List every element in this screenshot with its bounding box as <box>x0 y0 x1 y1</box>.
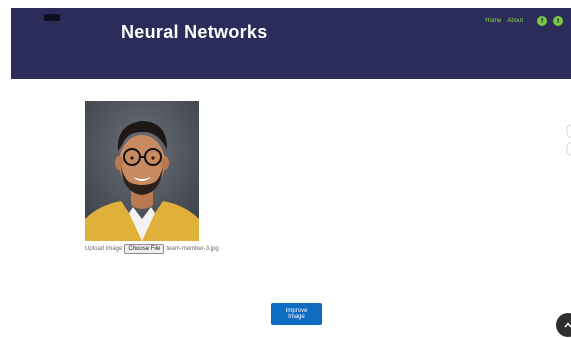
uploaded-image-preview <box>85 101 199 241</box>
edge-decoration <box>566 124 571 138</box>
portrait-photo <box>85 101 199 241</box>
upload-row: Upload Image Choose File team-member-3.j… <box>85 242 219 255</box>
nav-about-link[interactable]: About <box>507 18 523 24</box>
improve-image-button[interactable]: Improve Image <box>271 303 322 325</box>
choose-file-button[interactable]: Choose File <box>124 243 165 254</box>
hero-title: Neural Networks <box>121 22 268 42</box>
twitter-icon[interactable]: t <box>553 16 563 26</box>
top-strip <box>0 0 571 8</box>
nav-home-link[interactable]: Home <box>485 18 501 24</box>
chevron-up-icon <box>564 322 571 328</box>
facebook-icon[interactable]: f <box>537 16 547 26</box>
site-logo[interactable] <box>44 14 60 21</box>
site-header: Neural Networks Home About f t <box>11 8 571 79</box>
selected-file-name: team-member-3.jpg <box>166 245 219 252</box>
scroll-to-top-button[interactable] <box>556 313 571 337</box>
upload-label: Upload Image <box>85 245 123 252</box>
edge-decoration <box>566 142 571 156</box>
main-nav: Home About f t <box>485 16 563 26</box>
